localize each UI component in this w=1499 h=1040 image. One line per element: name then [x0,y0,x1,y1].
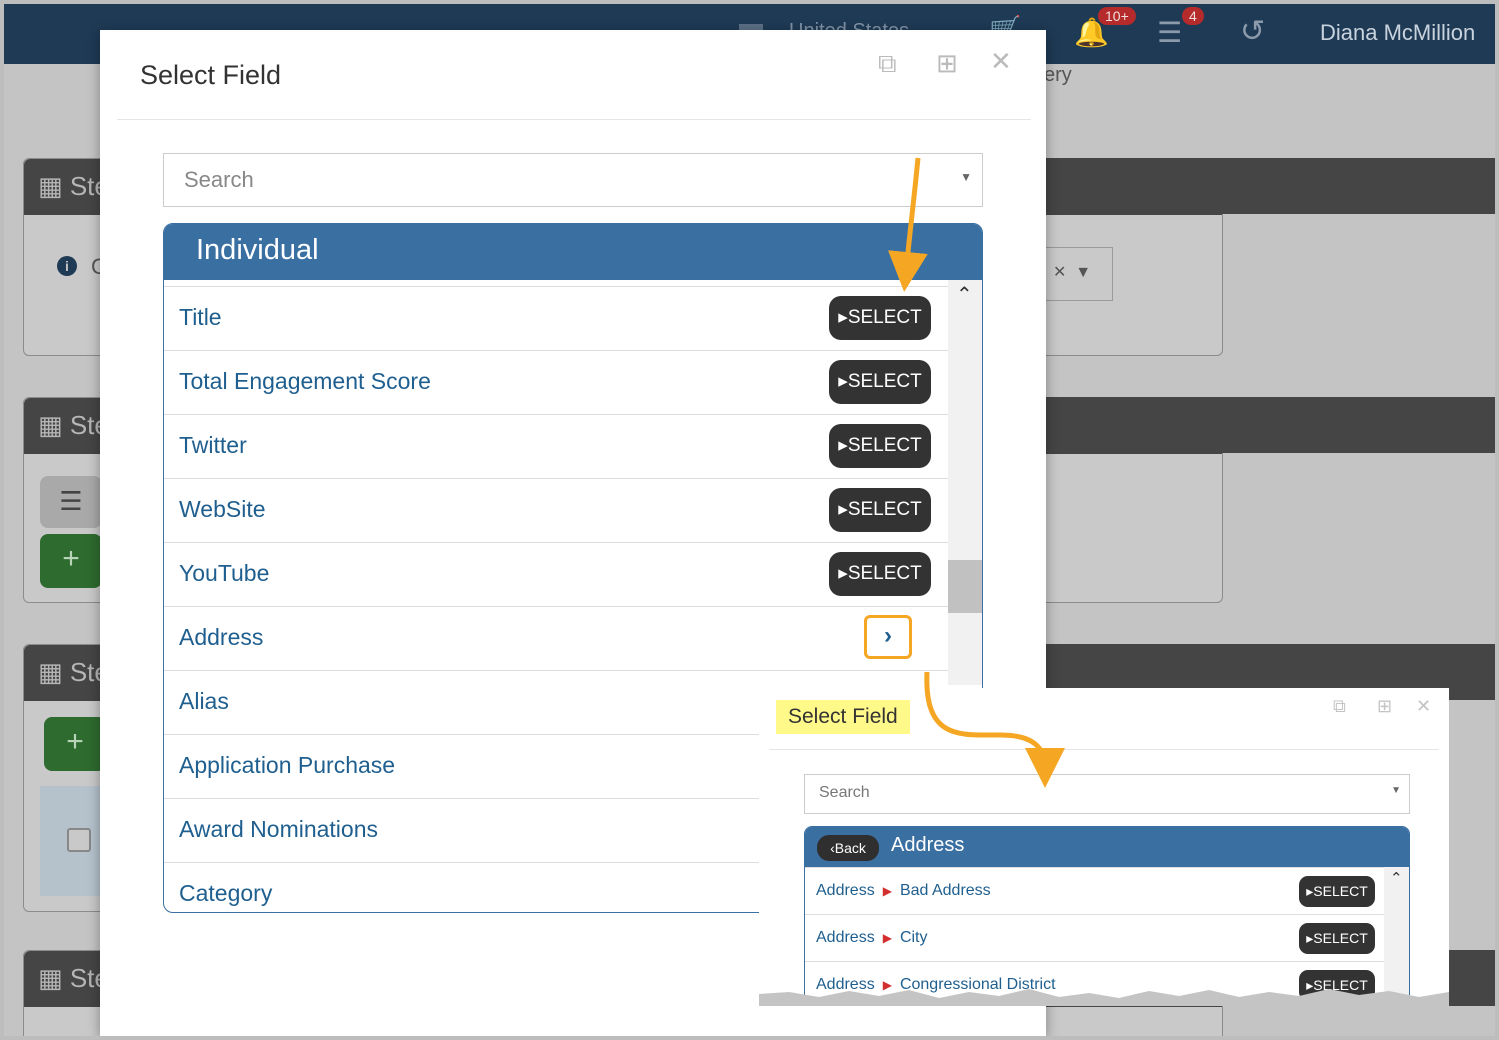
screenshot-frame [0,0,1499,1040]
